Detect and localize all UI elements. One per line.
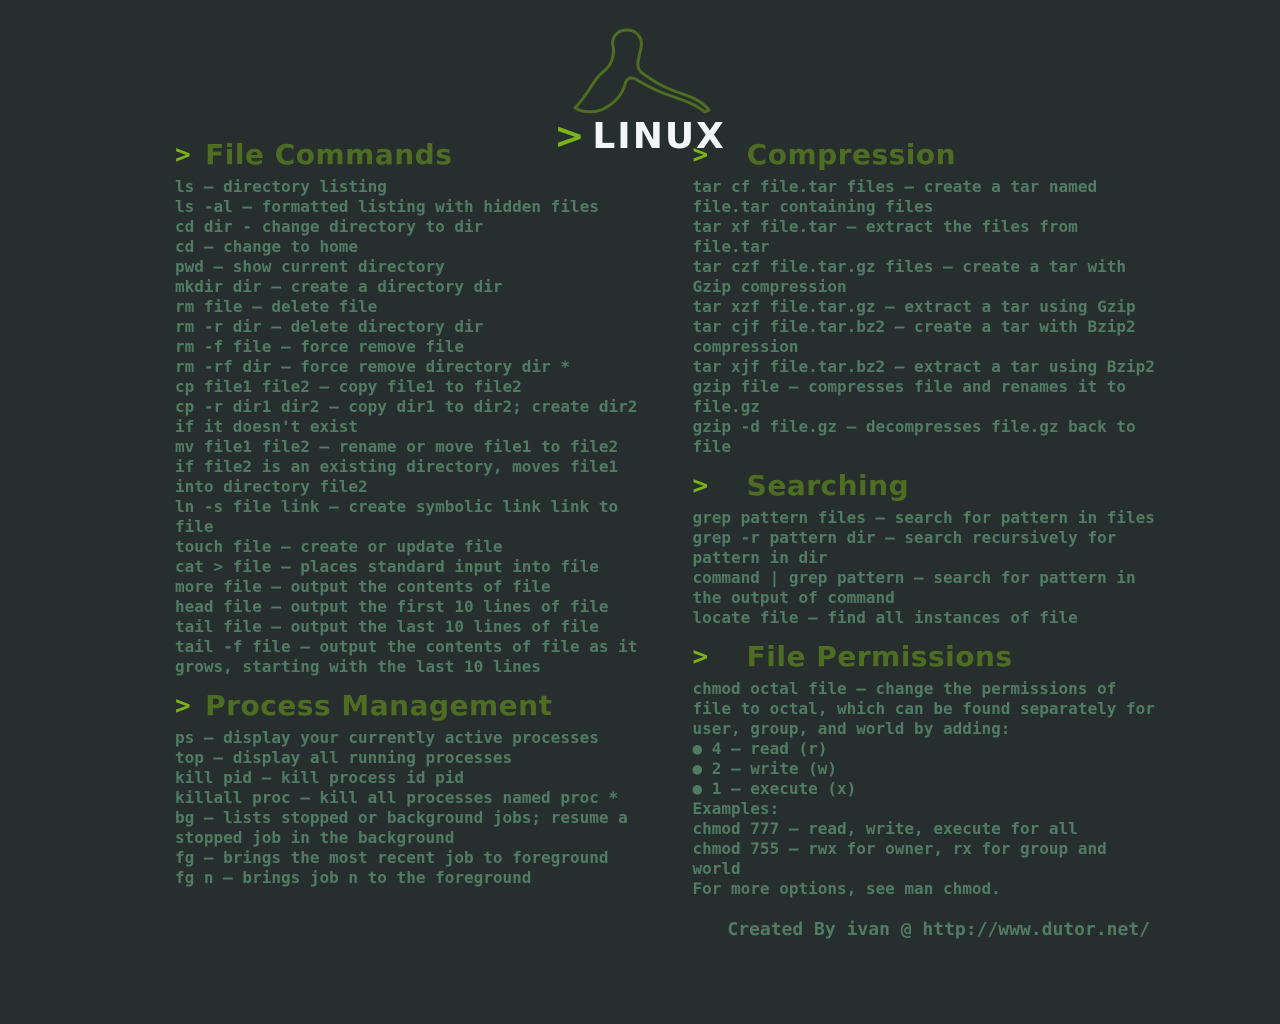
section-heading-file-commands: > File Commands <box>175 138 643 171</box>
prompt-icon: > <box>693 140 709 170</box>
section-body-process-management: ps – display your currently active proce… <box>175 728 643 888</box>
footer-credits: Created By ivan @ http://www.dutor.net/ <box>0 919 1150 940</box>
heading-text: Searching <box>747 469 909 502</box>
section-heading-file-permissions: > File Permissions <box>693 640 1161 673</box>
logo-area: > LINUX <box>510 22 770 157</box>
heading-text: File Permissions <box>747 640 1013 673</box>
silhouette-icon <box>555 22 725 118</box>
right-column: > Compression tar cf file.tar files – cr… <box>693 138 1161 911</box>
heading-text: Process Management <box>205 689 552 722</box>
prompt-icon: > <box>175 140 191 170</box>
left-column: > File Commands ls – directory listing l… <box>175 138 643 911</box>
prompt-icon: > <box>175 691 191 721</box>
heading-text: File Commands <box>205 138 452 171</box>
section-body-compression: tar cf file.tar files – create a tar nam… <box>693 177 1161 457</box>
section-heading-process-management: > Process Management <box>175 689 643 722</box>
section-heading-searching: > Searching <box>693 469 1161 502</box>
content-columns: > File Commands ls – directory listing l… <box>175 138 1160 911</box>
section-body-searching: grep pattern files – search for pattern … <box>693 508 1161 628</box>
prompt-icon: > <box>693 642 709 672</box>
section-heading-compression: > Compression <box>693 138 1161 171</box>
linux-cheatsheet: > LINUX > File Commands ls – directory l… <box>0 0 1280 1024</box>
heading-text: Compression <box>747 138 956 171</box>
section-body-file-permissions: chmod octal file – change the permission… <box>693 679 1161 899</box>
section-body-file-commands: ls – directory listing ls -al – formatte… <box>175 177 643 677</box>
prompt-icon: > <box>693 471 709 501</box>
